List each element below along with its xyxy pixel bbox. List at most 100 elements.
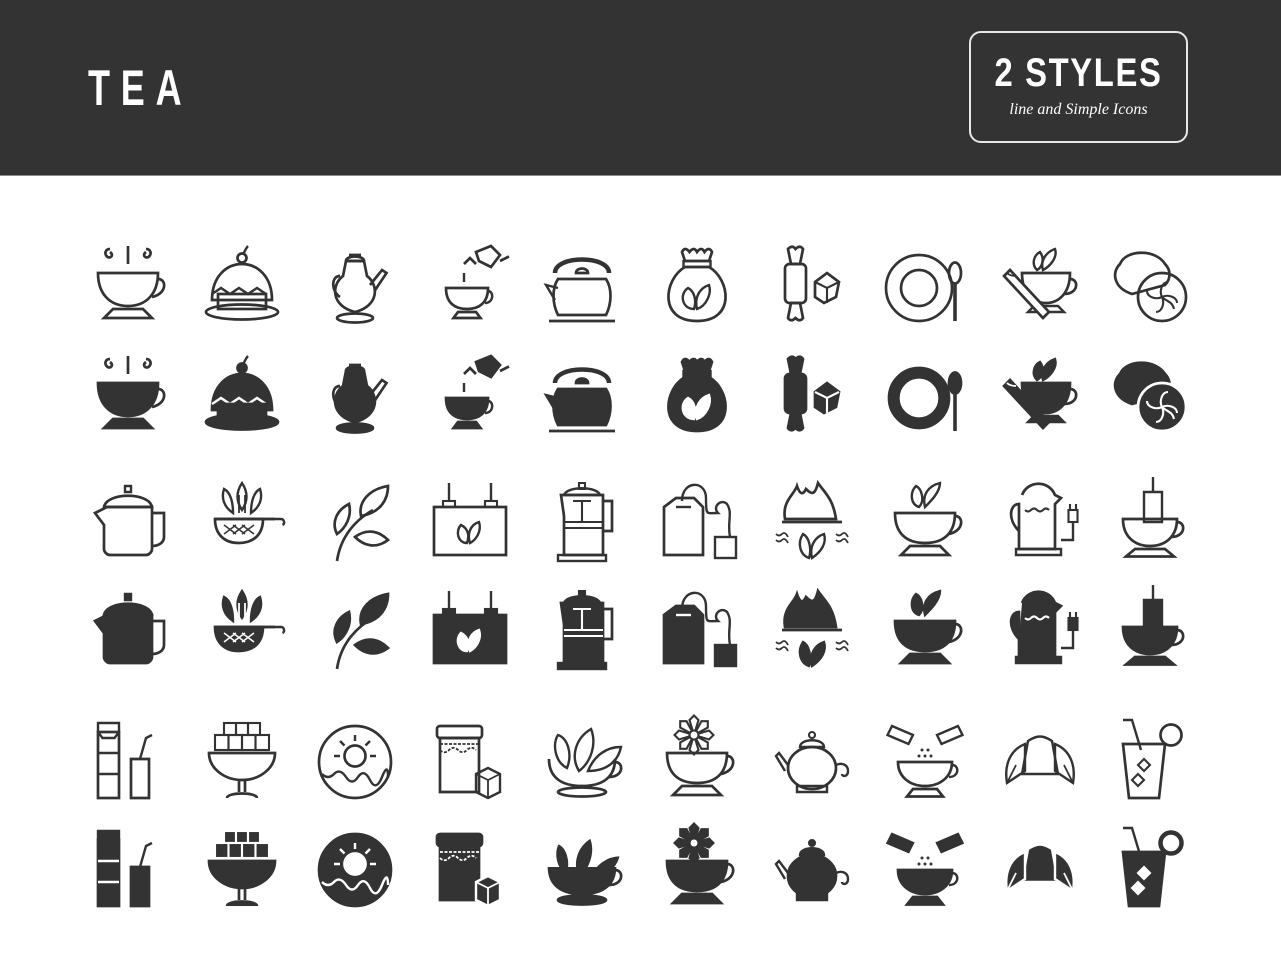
tea-sign-solid-icon xyxy=(422,582,518,678)
milk-carton-and-glass-line-icon xyxy=(80,714,176,810)
steaming-teacup-solid-icon xyxy=(80,350,176,446)
cupcake-cherry-solid-icon xyxy=(194,350,290,446)
fire-leaves-line-glyph xyxy=(775,479,849,560)
round-teapot-line-icon xyxy=(764,714,860,810)
sugar-sachets-cup-solid-glyph xyxy=(885,832,965,906)
sugar-sachets-cup-line-icon xyxy=(877,714,973,810)
tea-sack-solid-icon xyxy=(649,350,745,446)
tall-teapot-solid-glyph xyxy=(331,363,389,434)
icon-grid xyxy=(0,0,1281,980)
cinnamon-tea-cup-line-glyph xyxy=(1002,247,1078,320)
lemon-slice-solid-icon xyxy=(1102,350,1198,446)
leaf-teacup-line-icon xyxy=(877,474,973,570)
french-press-line-glyph xyxy=(556,481,614,563)
donut-line-icon xyxy=(307,714,403,810)
squat-teapot-line-glyph xyxy=(92,484,166,557)
pouring-tea-line-glyph xyxy=(444,244,510,320)
teabag-in-cup-line-glyph xyxy=(1121,477,1185,558)
candy-and-sugar-cube-line-glyph xyxy=(783,245,841,322)
round-teapot-solid-icon xyxy=(764,822,860,918)
tea-strainer-leaves-solid-glyph xyxy=(213,588,286,653)
tea-strainer-leaves-line-glyph xyxy=(213,480,286,545)
lemon-slice-solid-glyph xyxy=(1113,361,1188,433)
cupcake-cherry-line-glyph xyxy=(204,245,280,321)
sugar-cube-bowl-solid-icon xyxy=(194,822,290,918)
fire-leaves-solid-icon xyxy=(764,582,860,678)
electric-kettle-line-icon xyxy=(992,474,1088,570)
tall-teapot-line-glyph xyxy=(331,253,389,324)
tea-branch-line-glyph xyxy=(333,484,391,562)
teabag-in-cup-line-icon xyxy=(1102,474,1198,570)
cinnamon-tea-cup-solid-glyph xyxy=(1002,357,1078,430)
leaves-in-cup-solid-icon xyxy=(534,822,630,918)
flower-teacup-line-icon xyxy=(649,714,745,810)
steaming-teacup-solid-glyph xyxy=(96,356,166,430)
croissant-solid-icon xyxy=(992,822,1088,918)
flower-teacup-line-glyph xyxy=(665,714,735,797)
tall-teapot-solid-icon xyxy=(307,350,403,446)
milk-carton-and-glass-solid-glyph xyxy=(96,829,153,908)
pouring-tea-solid-icon xyxy=(422,350,518,446)
jam-jar-sugar-line-icon xyxy=(422,714,518,810)
kettle-solid-glyph xyxy=(543,367,615,433)
kettle-solid-icon xyxy=(534,350,630,446)
lemon-slice-line-icon xyxy=(1102,240,1198,336)
tea-strainer-leaves-line-icon xyxy=(194,474,290,570)
sugar-sachets-cup-line-glyph xyxy=(885,724,965,798)
iced-lemon-drink-solid-glyph xyxy=(1121,826,1184,908)
tea-sack-line-icon xyxy=(649,240,745,336)
tea-sign-line-icon xyxy=(422,474,518,570)
leaves-in-cup-line-icon xyxy=(534,714,630,810)
pouring-tea-line-icon xyxy=(422,240,518,336)
tea-bags-solid-glyph xyxy=(662,591,738,668)
tea-bags-line-glyph xyxy=(662,483,738,560)
iced-lemon-drink-line-icon xyxy=(1102,714,1198,810)
pouring-tea-solid-glyph xyxy=(444,354,510,430)
croissant-line-icon xyxy=(992,714,1088,810)
sugar-cube-bowl-line-glyph xyxy=(207,721,277,799)
croissant-solid-glyph xyxy=(1005,843,1075,894)
plate-and-spoon-solid-icon xyxy=(877,350,973,446)
lemon-slice-line-glyph xyxy=(1113,251,1188,323)
tea-branch-solid-glyph xyxy=(333,592,391,670)
jam-jar-sugar-solid-icon xyxy=(422,822,518,918)
donut-line-glyph xyxy=(317,724,393,800)
sugar-cube-bowl-solid-glyph xyxy=(207,829,277,907)
cinnamon-tea-cup-solid-icon xyxy=(992,350,1088,446)
french-press-solid-icon xyxy=(534,582,630,678)
leaf-teacup-solid-icon xyxy=(877,582,973,678)
steaming-teacup-line-glyph xyxy=(96,246,166,320)
squat-teapot-line-icon xyxy=(80,474,176,570)
squat-teapot-solid-glyph xyxy=(92,592,166,665)
tea-strainer-leaves-solid-icon xyxy=(194,582,290,678)
plate-and-spoon-line-glyph xyxy=(884,253,963,323)
kettle-line-glyph xyxy=(543,257,615,323)
candy-and-sugar-cube-line-icon xyxy=(764,240,860,336)
tea-branch-solid-icon xyxy=(307,582,403,678)
tea-sack-solid-glyph xyxy=(667,357,727,433)
iced-lemon-drink-line-glyph xyxy=(1121,718,1183,800)
tall-teapot-line-icon xyxy=(307,240,403,336)
leaves-in-cup-line-glyph xyxy=(547,727,623,798)
plate-and-spoon-solid-glyph xyxy=(887,366,963,431)
teabag-in-cup-solid-glyph xyxy=(1121,585,1185,666)
round-teapot-line-glyph xyxy=(774,730,850,794)
milk-carton-and-glass-solid-icon xyxy=(80,822,176,918)
plate-and-spoon-line-icon xyxy=(877,240,973,336)
flower-teacup-solid-icon xyxy=(649,822,745,918)
steaming-teacup-line-icon xyxy=(80,240,176,336)
tea-sign-line-glyph xyxy=(432,483,508,557)
cupcake-cherry-line-icon xyxy=(194,240,290,336)
tea-branch-line-icon xyxy=(307,474,403,570)
leaf-teacup-solid-glyph xyxy=(893,589,963,665)
iced-lemon-drink-solid-icon xyxy=(1102,822,1198,918)
leaf-teacup-line-glyph xyxy=(893,481,963,557)
tea-bags-solid-icon xyxy=(649,582,745,678)
candy-and-sugar-cube-solid-icon xyxy=(764,350,860,446)
croissant-line-glyph xyxy=(1005,735,1075,786)
tea-bags-line-icon xyxy=(649,474,745,570)
french-press-line-icon xyxy=(534,474,630,570)
sugar-cube-bowl-line-icon xyxy=(194,714,290,810)
tea-sack-line-glyph xyxy=(667,247,727,323)
sugar-sachets-cup-solid-icon xyxy=(877,822,973,918)
